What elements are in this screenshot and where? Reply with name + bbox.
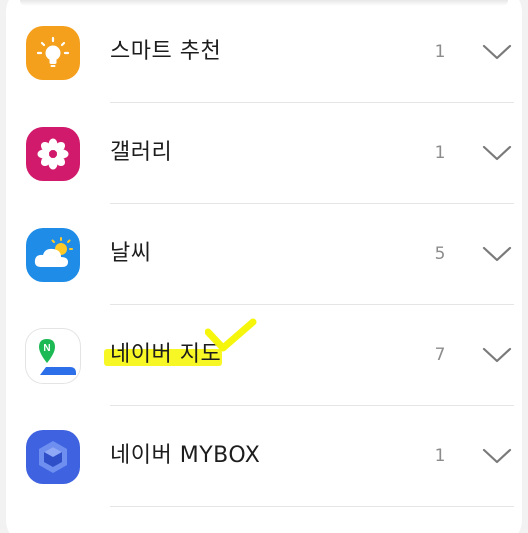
naver-map-icon: N: [26, 329, 80, 383]
lightbulb-icon: [26, 26, 80, 80]
chevron-down-icon[interactable]: [482, 244, 512, 264]
chevron-down-icon[interactable]: [482, 446, 512, 466]
next-row-edge: [20, 524, 508, 533]
app-row-gallery[interactable]: 갤러리 1: [0, 103, 528, 204]
chevron-down-icon[interactable]: [482, 143, 512, 163]
notification-count: 1: [434, 42, 446, 62]
checkmark-annotation-icon: [205, 318, 257, 352]
naver-mybox-icon: [26, 430, 80, 484]
chevron-down-icon[interactable]: [482, 42, 512, 62]
notification-count: 7: [434, 345, 446, 365]
app-row-smart-recommend[interactable]: 스마트 추천 1: [0, 2, 528, 103]
chevron-down-icon[interactable]: [482, 345, 512, 365]
app-name-label: 갤러리: [110, 140, 173, 165]
app-name-label: 네이버 MYBOX: [110, 443, 261, 468]
app-row-naver-mybox[interactable]: 네이버 MYBOX 1: [0, 406, 528, 507]
row-divider: [110, 506, 514, 507]
app-row-weather[interactable]: 날씨 5: [0, 204, 528, 305]
notification-count: 1: [434, 143, 446, 163]
notification-count: 5: [434, 244, 446, 264]
app-row-naver-map[interactable]: N 네이버 지도 7: [0, 305, 528, 406]
notification-count: 1: [434, 446, 446, 466]
notification-settings-screen: 스마트 추천 1 갤러리 1 날씨 5 N 네이버 지도 7 네이버 MYBOX…: [0, 0, 528, 533]
weather-cloud-sun-icon: [26, 228, 80, 282]
app-name-label: 스마트 추천: [110, 39, 222, 64]
gallery-flower-icon: [26, 127, 80, 181]
app-name-label: 날씨: [110, 241, 152, 266]
svg-text:N: N: [43, 343, 50, 354]
